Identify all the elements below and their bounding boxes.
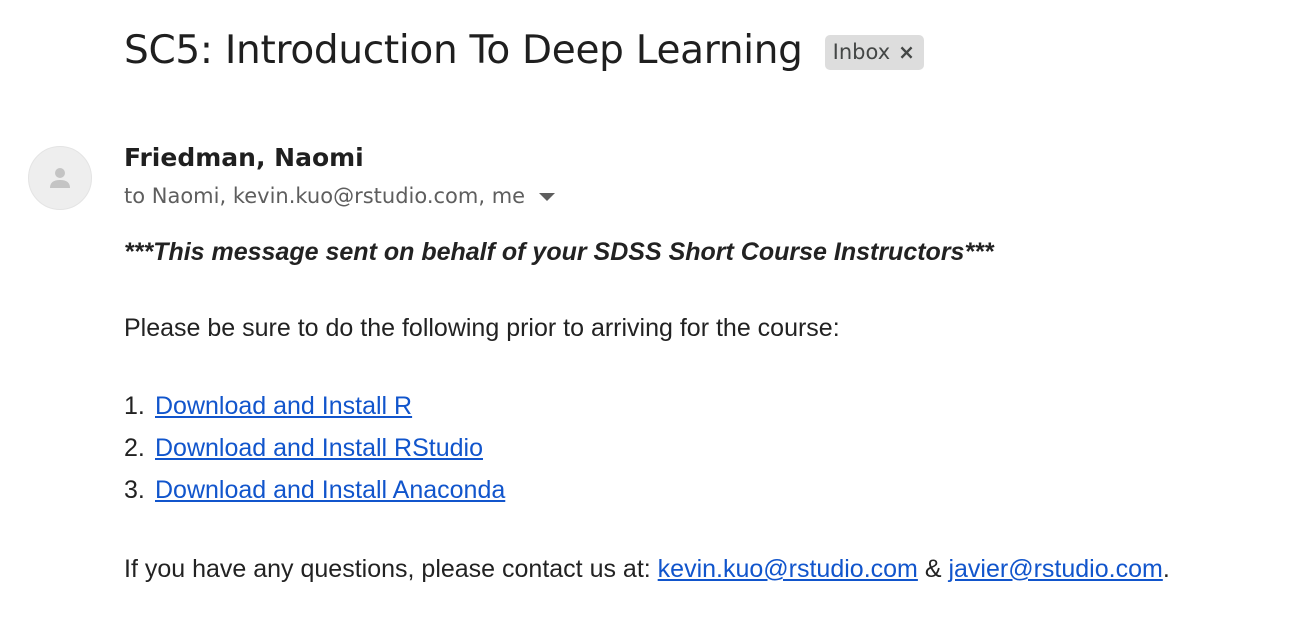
download-r-link[interactable]: Download and Install R [155, 392, 412, 420]
contact-suffix: . [1162, 555, 1170, 583]
list-item: 1. Download and Install R [124, 392, 412, 421]
download-rstudio-link[interactable]: Download and Install RStudio [155, 434, 483, 462]
remove-label-icon[interactable]: × [898, 42, 915, 62]
sender-name[interactable]: Friedman, Naomi [124, 143, 364, 172]
show-details-dropdown-icon[interactable] [539, 193, 556, 201]
default-person-icon [50, 168, 70, 188]
list-item: 3. Download and Install Anaconda [124, 476, 505, 505]
label-chip-text: Inbox [832, 40, 891, 64]
step-number: 3. [124, 476, 145, 504]
sender-avatar[interactable] [28, 146, 92, 210]
recipients-toggle[interactable]: to Naomi, kevin.kuo@rstudio.com, me [124, 184, 556, 208]
contact-line: If you have any questions, please contac… [124, 555, 1170, 584]
email-subject: SC5: Introduction To Deep Learning [124, 28, 803, 73]
step-number: 2. [124, 434, 145, 462]
intro-note: ***This message sent on behalf of your S… [124, 238, 994, 266]
download-anaconda-link[interactable]: Download and Install Anaconda [155, 476, 505, 504]
step-number: 1. [124, 392, 145, 420]
inbox-label-chip[interactable]: Inbox × [824, 35, 924, 70]
kevin-email-link[interactable]: kevin.kuo@rstudio.com [658, 555, 918, 583]
subject-row: SC5: Introduction To Deep Learning Inbox… [124, 28, 924, 73]
javier-email-link[interactable]: javier@rstudio.com [948, 555, 1162, 583]
contact-prefix: If you have any questions, please contac… [124, 555, 658, 583]
recipients-list: to Naomi, kevin.kuo@rstudio.com, me [124, 184, 526, 208]
instruction-text: Please be sure to do the following prior… [124, 314, 840, 342]
list-item: 2. Download and Install RStudio [124, 434, 483, 463]
contact-separator: & [917, 555, 949, 583]
